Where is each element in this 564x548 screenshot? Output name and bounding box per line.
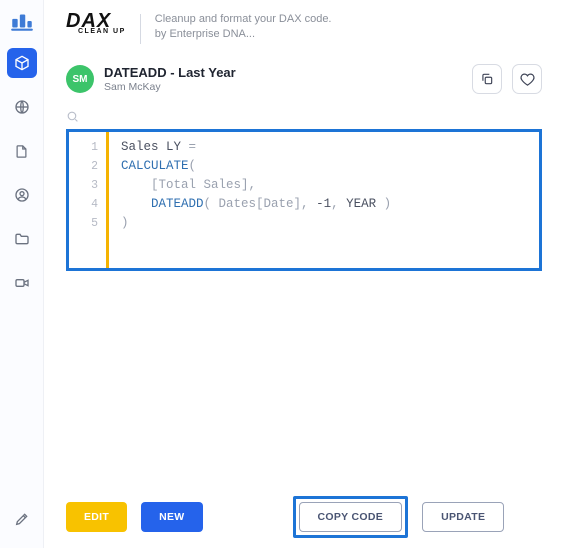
search-icon[interactable] [66,110,542,123]
app-logo-icon [9,8,35,34]
favorite-button[interactable] [512,64,542,94]
header-divider [140,14,141,44]
nav-item-globe[interactable] [7,92,37,122]
tagline-line-1: Cleanup and format your DAX code. [155,12,332,27]
new-button[interactable]: NEW [141,502,202,532]
bottom-bar: EDIT NEW COPY CODE UPDATE [44,496,564,538]
nav-item-document[interactable] [7,136,37,166]
code-area[interactable]: Sales LY = CALCULATE( [Total Sales], DAT… [109,132,539,268]
code-editor[interactable]: 1 2 3 4 5 Sales LY = CALCULATE( [Total S… [66,129,542,271]
tagline-line-2: by Enterprise DNA... [155,27,332,42]
main-panel: DAX CLEAN UP Cleanup and format your DAX… [44,0,564,548]
brand-subtitle: CLEAN UP [78,28,126,35]
copy-code-button[interactable]: COPY CODE [299,502,403,532]
nav-item-cube[interactable] [7,48,37,78]
sidebar [0,0,44,548]
brand-block: DAX CLEAN UP [66,12,126,35]
line-number: 5 [91,214,98,233]
nav-item-folder[interactable] [7,224,37,254]
nav-item-video[interactable] [7,268,37,298]
copy-doc-button[interactable] [472,64,502,94]
nav-item-pencil[interactable] [7,504,37,534]
copy-highlight: COPY CODE [293,496,409,538]
line-number: 1 [91,138,98,157]
nav-item-user[interactable] [7,180,37,210]
tagline: Cleanup and format your DAX code. by Ent… [155,12,332,42]
update-button[interactable]: UPDATE [422,502,504,532]
document-author: Sam McKay [104,81,236,93]
document-title: DATEADD - Last Year [104,65,236,80]
edit-button[interactable]: EDIT [66,502,127,532]
line-number: 4 [91,195,98,214]
line-number: 3 [91,176,98,195]
header: DAX CLEAN UP Cleanup and format your DAX… [66,12,542,44]
line-number: 2 [91,157,98,176]
document-meta: DATEADD - Last Year Sam McKay [104,65,236,93]
document-row: SM DATEADD - Last Year Sam McKay [66,64,542,94]
line-gutter: 1 2 3 4 5 [69,132,109,268]
avatar: SM [66,65,94,93]
